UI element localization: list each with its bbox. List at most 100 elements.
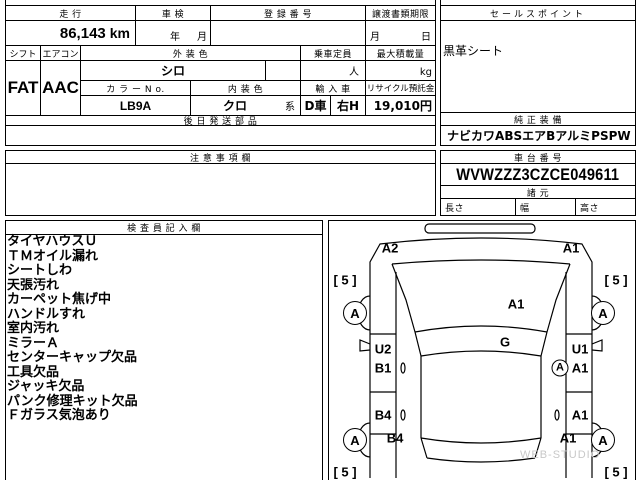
equipment-item: ABS [495,128,523,143]
mileage-value: 86,143 [59,24,106,42]
recycle-value: 19,010円 [365,95,436,116]
interior-color-suffix: 系 [285,102,295,113]
front-panel-line [391,259,571,265]
mileage-unit: km [109,25,130,41]
mileage-label: 走 行 [5,5,136,21]
door-handle-icon [554,409,560,421]
mark-front-door-right-upper: U1 [571,341,589,357]
interior-color-cell: クロ 系 [190,95,301,116]
shift-value: FAT [5,60,41,116]
transfer-deadline-label: 譲渡書類期限 [365,5,436,21]
equipment-item: アルミ [555,129,592,143]
chassis-cell: WVWZZZ3CZCE049611 [440,163,636,186]
equipment-item: ナビ [447,129,472,143]
mark-front-door-left-upper: U2 [374,341,392,357]
import-label: 輸 入 車 [300,80,366,96]
inspection-month-unit: 月 [197,32,207,43]
parts-body [5,125,436,146]
shift-label: シフト [5,45,41,61]
deadline-month-unit: 月 [370,32,380,43]
width-label: 幅 [515,198,576,216]
registration-value [210,20,366,46]
mark-tread-rear-left: [ 5 ] [333,464,357,480]
notes-label: 注 意 事 項 欄 [5,150,436,164]
sales-points-text: 黒革シート [443,44,504,58]
equipment-item: カワ [471,129,496,143]
comment-line: センターキャップ欠品 [7,350,138,365]
cowl-line [414,325,548,333]
aircon-value: AAC [40,60,81,116]
notes-body [5,163,436,216]
mark-tread-rear-right: [ 5 ] [604,464,628,480]
comment-line: ジャッキ欠品 [7,379,85,394]
door-handle-icon [400,362,406,374]
equipment-item: PS [591,128,609,143]
mirror-right [591,339,603,352]
deadline-cell: 月 日 [365,20,436,46]
mark-tread-front-left: [ 5 ] [333,272,357,288]
equipment-label: 純 正 装 備 [440,112,636,126]
height-label: 高さ [575,198,636,216]
max-load-unit: kg [419,67,432,78]
interior-color-label: 内 装 色 [190,80,301,96]
exterior-color-value: シロ [80,60,266,81]
mark-wheel-front-left: A [343,301,367,325]
capacity-label: 乗車定員 [300,45,366,61]
comment-line: カーペット焦げ中 [7,292,112,307]
comment-line: 工具欠品 [7,364,60,380]
color-no-label: カ ラ ー N o. [80,80,191,96]
color-no-value: LB9A [80,95,191,116]
mark-front-left-corner: A2 [381,240,399,256]
recycle-label: リサイクル預託金 [365,80,436,96]
deadline-day-unit: 日 [421,32,431,43]
exterior-color-extra [265,60,301,81]
comment-line: Ｆガラス気泡あり [7,408,111,423]
comment-line: タイヤハウスＵ [7,234,98,249]
sales-points-body: 黒革シート [440,20,636,113]
aircon-label: エアコン [40,45,81,61]
windshield-sides [414,331,548,357]
inspection-year-unit: 年 [170,32,180,43]
max-load-label: 最大積載量 [365,45,436,61]
front-bumper [424,223,536,234]
equipment-item: PW [608,128,631,143]
inspection-cell: 年 月 [135,20,211,46]
chassis-label: 車 台 番 号 [440,150,636,164]
equipment-item: エアB [522,129,556,143]
comment-line: パンク修理キット欠品 [7,393,138,409]
mark-front-door-right-circled: A [551,359,569,377]
comment-line: 室内汚れ [7,321,60,336]
mirror-left [359,339,371,352]
sales-points-label: セールスポイント [440,5,636,21]
inspector-comments: タイヤハウスＵ ＴＭオイル漏れ シートしわ 天張汚れ カーペット焦げ中 ハンドル… [7,234,317,424]
capacity-unit: 人 [349,67,359,78]
mileage-cell: 86,143 km [5,20,136,46]
equipment-list: ナビ カワ ABS エアB アルミ PS PW [440,125,636,146]
mark-wheel-front-right: A [591,301,615,325]
mark-front-door-right: A1 [571,360,589,376]
comment-line: シートしわ [7,263,73,278]
windshield-top [420,350,542,357]
mark-rear-door-left: B4 [374,407,392,423]
inspection-label: 車 検 [135,5,211,21]
mark-windshield: G [499,334,511,350]
mark-wheel-rear-left: A [343,428,367,452]
mark-rear-door-right: A1 [571,407,589,423]
comment-line: ミラーＡ [7,335,60,351]
mark-tread-front-right: [ 5 ] [604,272,628,288]
max-load-value: kg [365,60,436,81]
registration-label: 登 録 番 号 [210,5,366,21]
auction-sheet: 走 行 車 検 登 録 番 号 譲渡書類期限 86,143 km 年 月 月 日… [0,0,640,480]
comment-line: 天張汚れ [7,277,60,293]
door-handle-icon [400,409,406,421]
comment-line: ＴＭオイル漏れ [7,248,99,264]
interior-color-value: クロ [223,99,248,113]
mark-rear-fender-left: B4 [386,430,404,446]
mark-hood: A1 [507,296,525,312]
chassis-number: WVWZZZ3CZCE049611 [456,164,620,184]
exterior-color-label: 外 装 色 [80,45,301,61]
steering-value: 右H [330,95,366,116]
import-dealer-value: D車 [300,95,331,116]
specs-label: 諸 元 [440,185,636,199]
length-label: 長さ [440,198,516,216]
